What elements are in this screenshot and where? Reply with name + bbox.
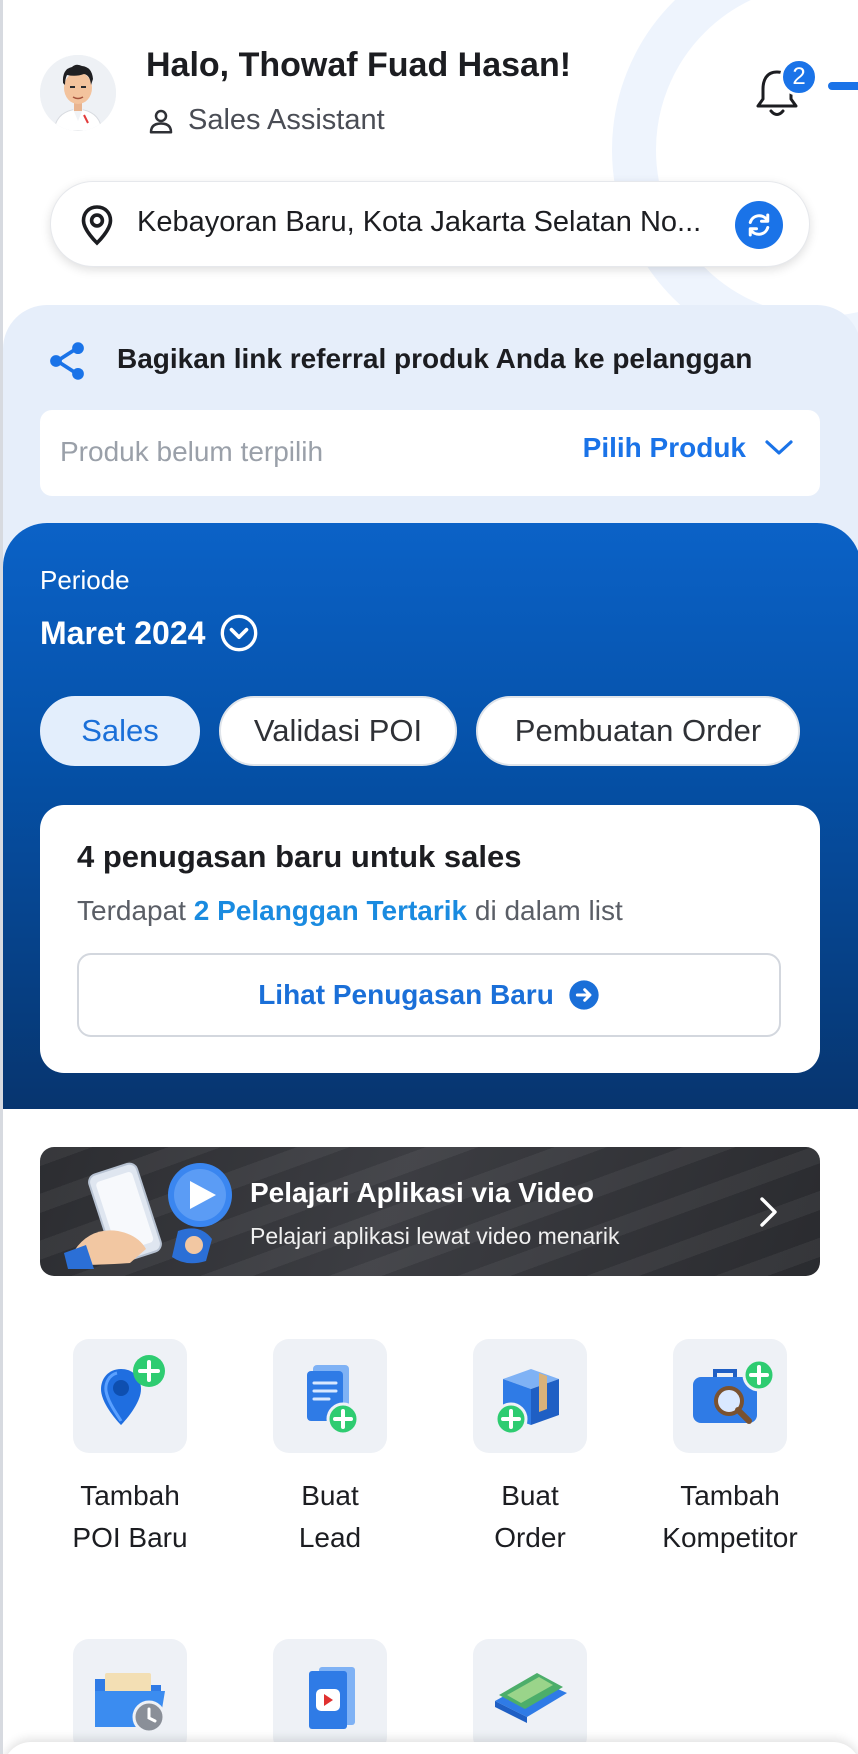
task-sub-suffix: di dalam list bbox=[467, 895, 623, 926]
tab-pembuatan-order[interactable]: Pembuatan Order bbox=[476, 696, 800, 766]
video-book-icon bbox=[309, 1667, 355, 1729]
create-order-tile bbox=[473, 1339, 587, 1453]
role-row: Sales Assistant bbox=[146, 104, 385, 137]
window-edge bbox=[0, 0, 3, 1754]
view-new-tasks-label: Lihat Penugasan Baru bbox=[258, 979, 554, 1010]
folder-history-tile bbox=[73, 1639, 187, 1753]
menu-add-poi[interactable]: Tambah POI Baru bbox=[40, 1339, 220, 1559]
menu-create-order-line2: Order bbox=[494, 1522, 566, 1553]
period-label: Periode bbox=[40, 565, 130, 595]
menu-add-competitor-line2: Kompetitor bbox=[662, 1522, 798, 1553]
role-label: Sales Assistant bbox=[188, 104, 385, 136]
menu-item-7[interactable] bbox=[440, 1639, 620, 1753]
add-competitor-icon bbox=[693, 1358, 776, 1424]
create-lead-tile bbox=[273, 1339, 387, 1453]
menu-create-order-line1: Buat bbox=[501, 1480, 559, 1511]
avatar-illustration bbox=[40, 55, 116, 131]
add-competitor-tile bbox=[673, 1339, 787, 1453]
location-pin-icon bbox=[81, 205, 113, 246]
video-banner-subtitle: Pelajari aplikasi lewat video menarik bbox=[250, 1223, 620, 1249]
refresh-location-button[interactable] bbox=[735, 201, 783, 249]
location-bar[interactable]: Kebayoran Baru, Kota Jakarta Selatan No.… bbox=[50, 181, 810, 267]
menu-add-poi-line2: POI Baru bbox=[72, 1522, 188, 1553]
decorative-accent bbox=[828, 82, 858, 90]
location-text: Kebayoran Baru, Kota Jakarta Selatan No.… bbox=[137, 206, 702, 238]
menu-create-order-label: Buat Order bbox=[440, 1475, 620, 1559]
interested-customers-highlight: 2 Pelanggan Tertarik bbox=[193, 895, 468, 926]
arrow-right-circle-icon bbox=[569, 980, 599, 1010]
task-sub-prefix: Terdapat bbox=[77, 895, 194, 926]
task-card: 4 penugasan baru untuk sales Terdapat 2 … bbox=[40, 805, 820, 1073]
avatar[interactable] bbox=[40, 55, 116, 131]
add-poi-icon bbox=[101, 1355, 165, 1425]
menu-add-competitor[interactable]: Tambah Kompetitor bbox=[640, 1339, 820, 1559]
menu-add-poi-label: Tambah POI Baru bbox=[40, 1475, 220, 1559]
menu-create-order[interactable]: Buat Order bbox=[440, 1339, 620, 1559]
menu-add-competitor-line1: Tambah bbox=[680, 1480, 780, 1511]
create-order-icon bbox=[494, 1369, 559, 1436]
greeting-title: Halo, Thowaf Fuad Hasan! bbox=[146, 46, 572, 84]
home-screen: Halo, Thowaf Fuad Hasan! Sales Assistant… bbox=[0, 0, 858, 1754]
menu-create-lead[interactable]: Buat Lead bbox=[240, 1339, 420, 1559]
task-tabs: Sales Validasi POI Pembuatan Order bbox=[40, 696, 800, 766]
pick-product-button[interactable]: Pilih Produk bbox=[583, 432, 794, 464]
view-new-tasks-button[interactable]: Lihat Penugasan Baru bbox=[77, 953, 781, 1037]
tab-sales[interactable]: Sales bbox=[40, 696, 200, 766]
product-select-placeholder: Produk belum terpilih bbox=[60, 436, 324, 467]
product-select[interactable]: Produk belum terpilih Pilih Produk bbox=[40, 410, 820, 496]
tab-validasi-poi[interactable]: Validasi POI bbox=[219, 696, 457, 766]
user-icon bbox=[149, 109, 173, 133]
sales-period-panel: Periode Maret 2024 Sales Validasi POI Pe… bbox=[3, 523, 858, 1109]
refresh-icon bbox=[748, 213, 770, 237]
phone-play-illustration bbox=[64, 1162, 232, 1269]
menu-add-poi-line1: Tambah bbox=[80, 1480, 180, 1511]
share-icon bbox=[50, 342, 84, 380]
catalog-book-tile bbox=[473, 1639, 587, 1753]
video-banner-title: Pelajari Aplikasi via Video bbox=[250, 1177, 594, 1208]
task-card-subtitle: Terdapat 2 Pelanggan Tertarik di dalam l… bbox=[77, 895, 623, 927]
chevron-circle-down-icon bbox=[221, 614, 258, 652]
menu-item-5[interactable] bbox=[40, 1639, 220, 1753]
catalog-book-icon bbox=[495, 1673, 567, 1723]
menu-create-lead-line2: Lead bbox=[298, 1522, 362, 1553]
period-selector[interactable]: Maret 2024 bbox=[40, 613, 259, 653]
task-card-title: 4 penugasan baru untuk sales bbox=[77, 839, 522, 874]
folder-history-icon bbox=[95, 1673, 166, 1734]
chevron-right-icon bbox=[760, 1197, 777, 1227]
create-lead-icon bbox=[307, 1365, 360, 1436]
chevron-down-icon bbox=[765, 440, 793, 455]
menu-item-6[interactable] bbox=[240, 1639, 420, 1753]
period-value: Maret 2024 bbox=[40, 614, 206, 651]
menu-add-competitor-label: Tambah Kompetitor bbox=[640, 1475, 820, 1559]
referral-title: Bagikan link referral produk Anda ke pel… bbox=[117, 343, 753, 374]
pick-product-label: Pilih Produk bbox=[582, 432, 746, 463]
learn-video-banner[interactable]: Pelajari Aplikasi via Video Pelajari apl… bbox=[40, 1147, 820, 1276]
notification-badge: 2 bbox=[780, 58, 818, 96]
add-poi-tile bbox=[73, 1339, 187, 1453]
video-book-tile bbox=[273, 1639, 387, 1753]
bottom-sheet-edge bbox=[3, 1742, 858, 1754]
menu-create-lead-label: Buat Lead bbox=[240, 1475, 420, 1559]
menu-create-lead-line1: Buat bbox=[301, 1480, 359, 1511]
